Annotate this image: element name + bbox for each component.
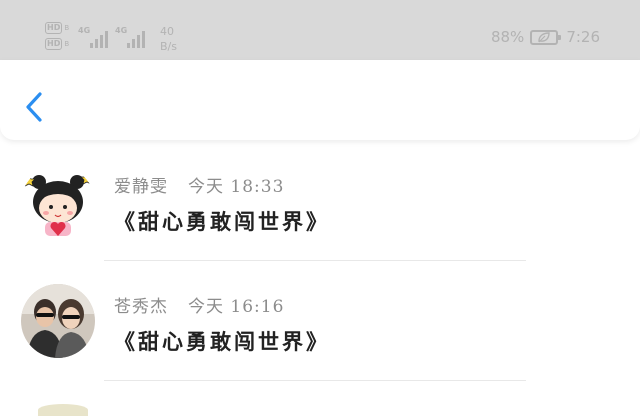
list-item[interactable]: 苍秀杰 今天 16:16 《甜心勇敢闯世界》: [0, 270, 640, 390]
comment-text: 《甜心勇敢闯世界》: [114, 329, 330, 354]
hd-badge: HD: [45, 38, 63, 50]
nav-header: [0, 60, 640, 140]
divider: [104, 260, 526, 261]
battery-percent: 88%: [490, 28, 525, 46]
comment-text: 《甜心勇敢闯世界》: [114, 209, 330, 234]
comment-author[interactable]: 苍秀杰: [114, 297, 168, 317]
battery-leaf-icon: [530, 29, 562, 45]
cartoon-girl-avatar[interactable]: [21, 166, 95, 240]
comment-time: 今天 18:33: [188, 177, 285, 197]
couple-photo-avatar[interactable]: [21, 284, 95, 358]
comment-meta: 苍秀杰 今天 16:16: [114, 292, 284, 317]
chevron-left-icon: [26, 92, 42, 122]
comment-meta: 爱静雯 今天 18:33: [114, 172, 284, 197]
back-button[interactable]: [20, 90, 50, 124]
list-item[interactable]: 爱静雯 今天 18:33 《甜心勇敢闯世界》: [0, 150, 640, 270]
network-speed: 40 B/s: [160, 24, 177, 54]
comment-time: 今天 16:16: [188, 297, 285, 317]
clock: 7:26: [566, 28, 600, 46]
hd-badge-sub: B: [64, 40, 70, 48]
next-avatar-partial: [38, 404, 88, 416]
comment-author[interactable]: 爱静雯: [114, 177, 168, 197]
status-right: 88% 7:26: [491, 28, 600, 46]
hd-badge: HD: [45, 22, 63, 34]
hd-indicators: HD B HD B: [45, 20, 73, 52]
speed-unit: B/s: [160, 40, 177, 53]
hd-badge-sub: B: [64, 24, 70, 32]
speed-value: 40: [160, 25, 174, 38]
status-bar: HD B HD B 4G 4G 40 B/s 88% 7:26: [0, 0, 640, 60]
divider: [104, 380, 526, 381]
